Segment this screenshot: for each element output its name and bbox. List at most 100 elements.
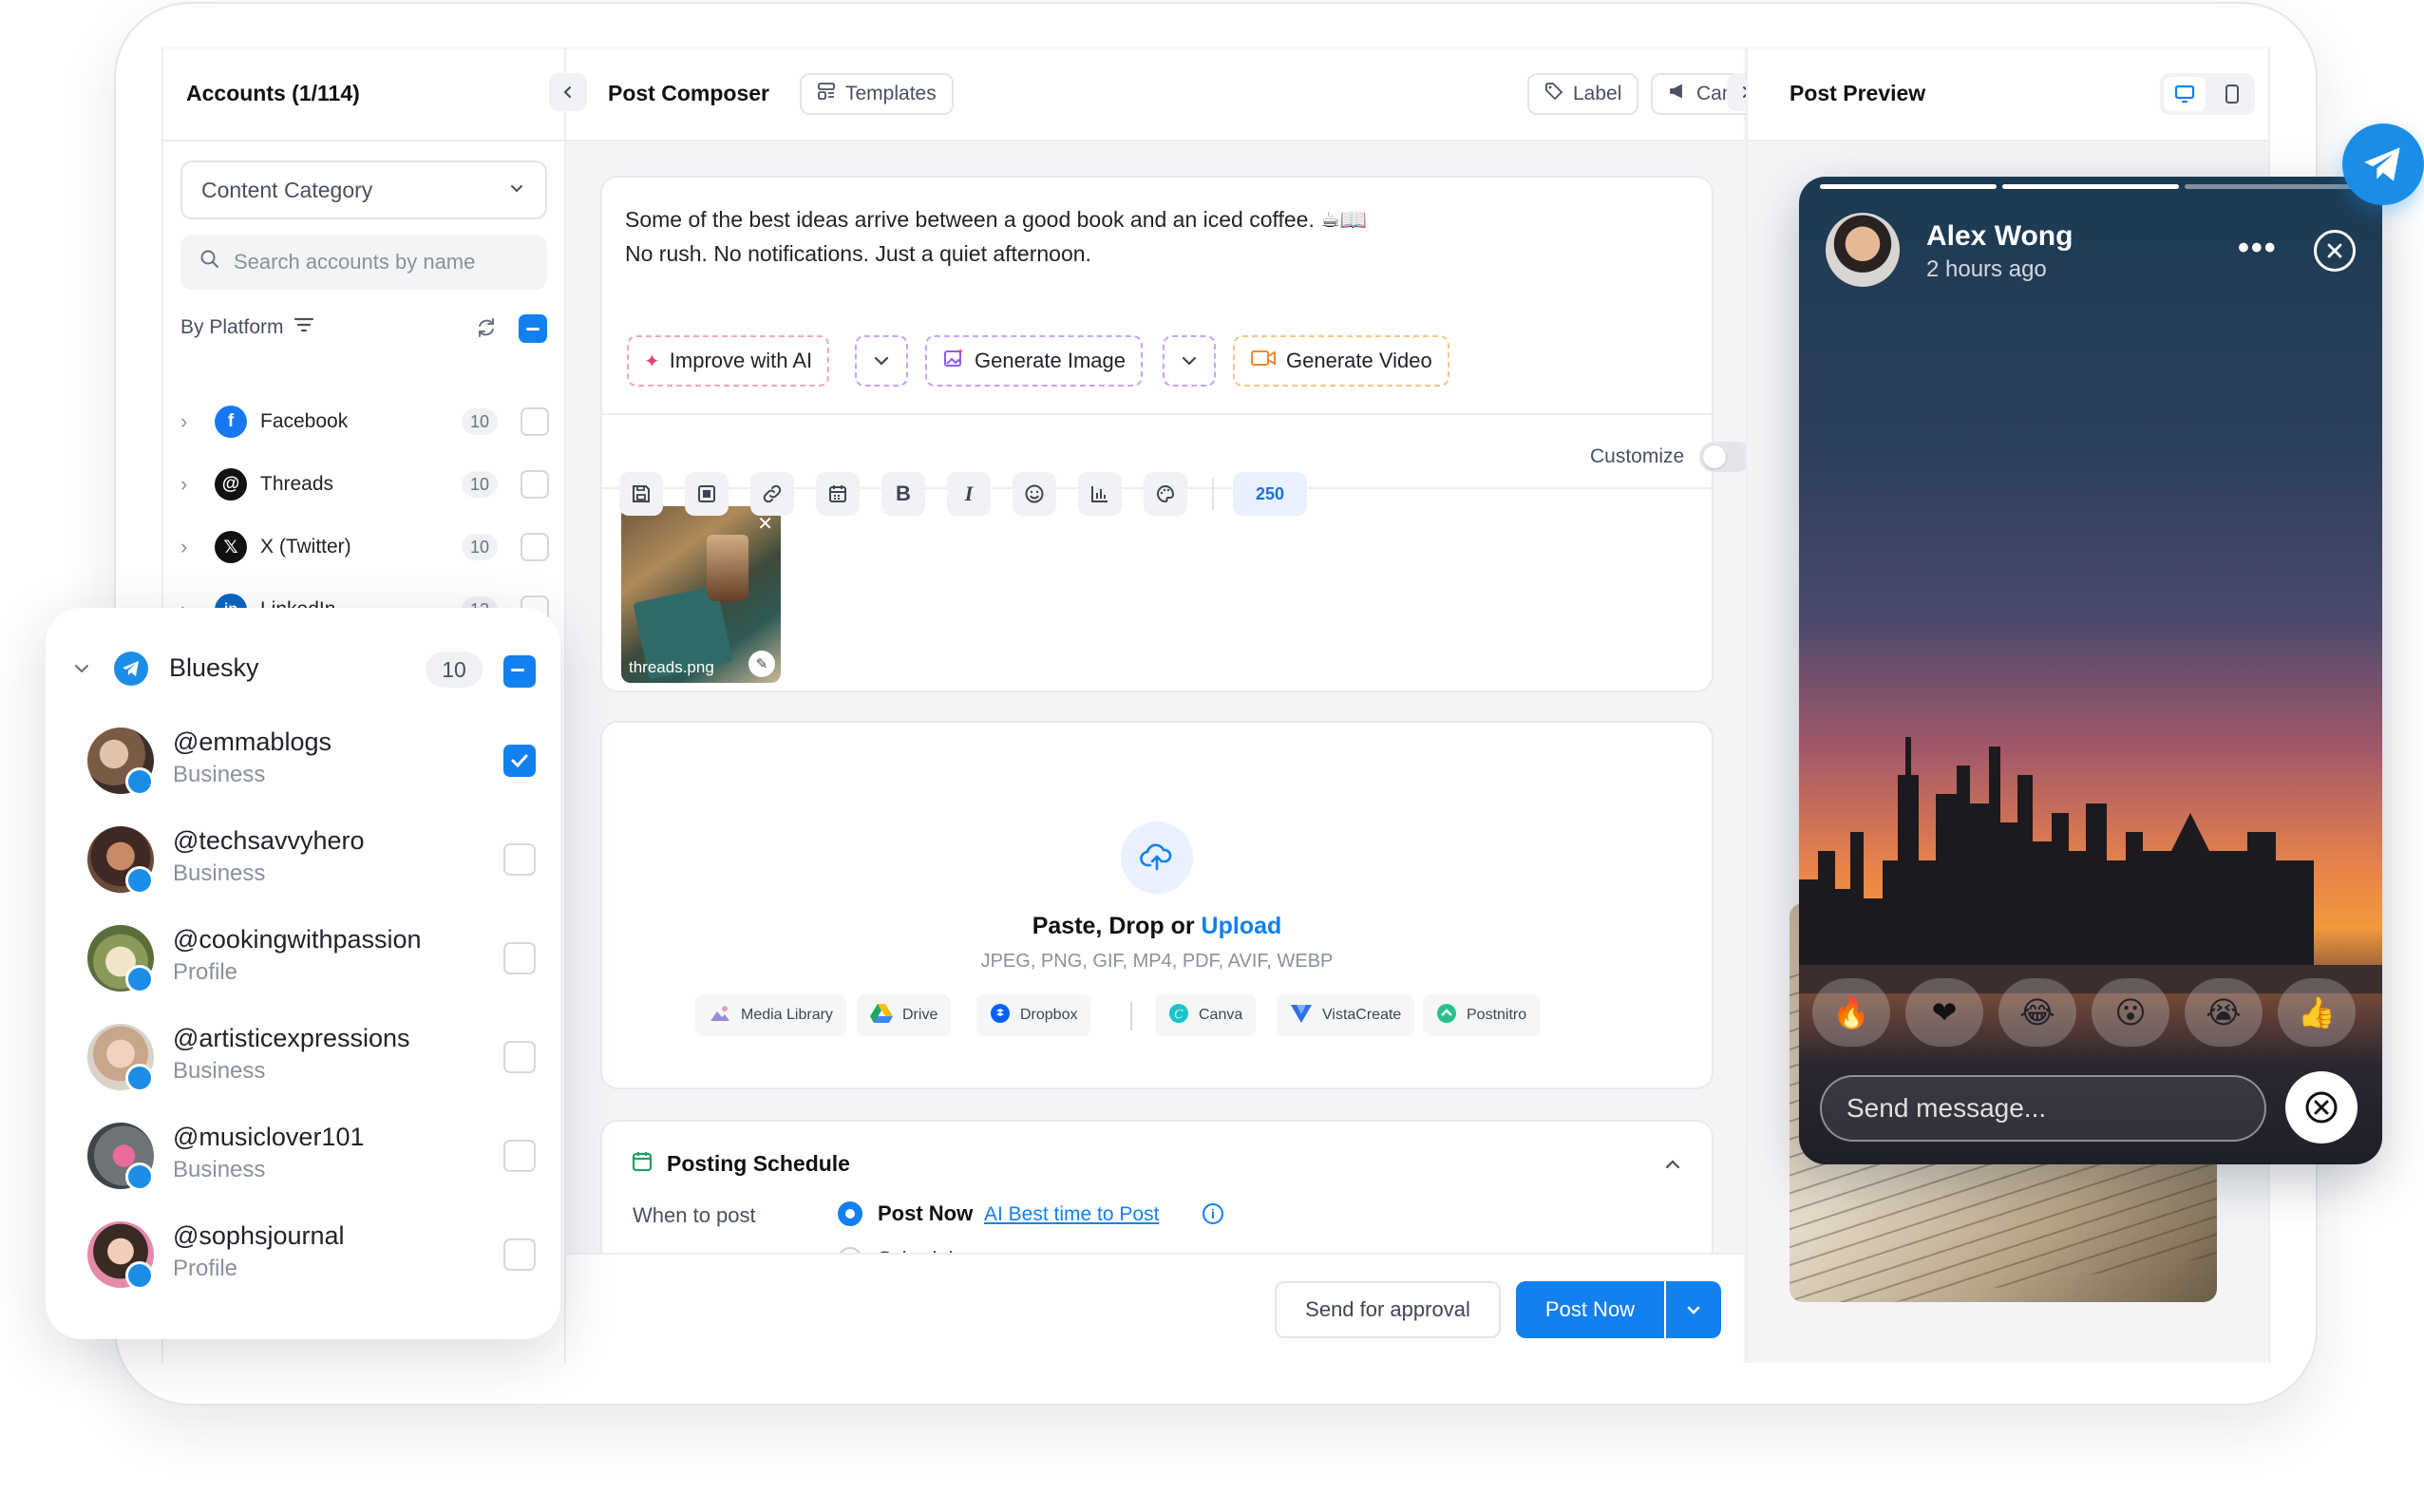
account-row[interactable]: @artisticexpressions Business [87,1014,543,1100]
reaction-thumbs-up[interactable]: 👍 [2278,978,2356,1047]
desktop-icon[interactable] [2164,77,2206,111]
threads-icon: @ [215,468,247,501]
telegram-badge-icon [125,1261,154,1290]
generate-video-button[interactable]: Generate Video [1233,335,1449,387]
platform-row-x[interactable]: › 𝕏 X (Twitter) 10 [180,523,551,571]
platform-checkbox[interactable] [521,470,549,499]
improve-ai-button[interactable]: ✦ Improve with AI [627,335,830,387]
post-options-dropdown[interactable] [1666,1281,1721,1338]
account-checkbox[interactable] [503,1140,536,1172]
story-avatar [1826,213,1900,287]
chevron-up-icon[interactable] [1662,1154,1683,1180]
accounts-header: Accounts (1/114) [163,48,564,142]
reaction-fire[interactable]: 🔥 [1812,978,1890,1047]
send-message-input[interactable]: Send message... [1820,1075,2266,1142]
facebook-icon: f [215,406,247,438]
bluesky-accounts-panel: Bluesky 10 @emmablogs Business @techsavv… [46,608,560,1339]
dropbox-button[interactable]: Dropbox [976,994,1091,1036]
accounts-title: Accounts (1/114) [186,81,360,105]
generate-image-dropdown[interactable] [1163,335,1216,387]
vistacreate-button[interactable]: VistaCreate [1277,994,1415,1036]
search-accounts[interactable]: Search accounts by name [180,235,547,290]
account-row[interactable]: @cookingwithpassion Profile [87,916,543,1001]
account-checkbox[interactable] [503,843,536,876]
reaction-cry[interactable]: 😭 [2185,978,2263,1047]
media-icon[interactable] [685,472,729,516]
improve-ai-dropdown[interactable] [855,335,908,387]
divider [1130,1002,1132,1030]
customize-toggle[interactable] [1699,442,1753,472]
templates-button[interactable]: Templates [800,73,954,115]
emoji-icon[interactable] [1013,472,1056,516]
account-row[interactable]: @techsavvyhero Business [87,817,543,902]
post-now-label: Post Now [878,1201,974,1225]
image-ai-icon [942,347,965,375]
bluesky-select-all-checkbox[interactable] [503,655,536,688]
account-row[interactable]: @emmablogs Business [87,718,543,803]
chart-icon[interactable] [1078,472,1122,516]
attachment-thumbnail[interactable]: ✕ threads.png ✎ [621,506,781,683]
refresh-icon[interactable] [465,307,507,349]
more-options-icon[interactable]: ••• [2238,230,2278,267]
chevron-down-icon [1182,356,1197,366]
bold-icon[interactable]: B [881,472,925,516]
platform-checkbox[interactable] [521,407,549,436]
account-handle: @cookingwithpassion [173,925,422,954]
palette-icon[interactable] [1144,472,1187,516]
close-circle-button[interactable] [2285,1071,2358,1143]
by-platform-filter[interactable]: By Platform [180,316,314,339]
platform-checkbox[interactable] [521,533,549,561]
save-draft-icon[interactable] [619,472,663,516]
reaction-heart[interactable]: ❤ [1905,978,1983,1047]
filter-icon [294,316,314,339]
link-icon[interactable] [750,472,794,516]
telegram-badge-icon [125,866,154,895]
pencil-icon[interactable]: ✎ [748,651,775,677]
cloud-upload-icon [1121,822,1193,894]
attachment-filename: threads.png [629,658,714,676]
platform-row-threads[interactable]: › @ Threads 10 [180,461,551,508]
postnitro-button[interactable]: Postnitro [1423,994,1541,1036]
generate-image-button[interactable]: Generate Image [925,335,1143,387]
account-checkbox[interactable] [503,1238,536,1271]
close-story-icon[interactable] [2314,230,2356,272]
calendar-icon[interactable] [816,472,860,516]
account-checkbox[interactable] [503,942,536,974]
templates-icon [817,82,836,106]
reaction-laugh[interactable]: 😂 [1998,978,2076,1047]
label-text: Label [1573,83,1622,104]
account-type: Profile [173,959,238,985]
upload-title: Paste, Drop or Upload [602,913,1712,940]
chevron-down-icon[interactable] [72,659,91,683]
chevron-right-icon: › [180,409,188,433]
post-now-radio[interactable] [838,1201,862,1226]
source-label: Dropbox [1020,1007,1078,1023]
generate-image-label: Generate Image [975,349,1126,372]
post-now-button[interactable]: Post Now [1516,1281,1664,1338]
story-preview: Alex Wong 2 hours ago ••• 🔥 ❤ 😂 😮 😭 👍 Se… [1799,177,2382,1164]
ai-best-time-link[interactable]: AI Best time to Post [984,1203,1159,1226]
account-checkbox[interactable] [503,1041,536,1073]
media-library-button[interactable]: Media Library [695,994,846,1036]
bluesky-count: 10 [426,652,483,688]
telegram-badge-icon [125,965,154,993]
account-row[interactable]: @sophsjournal Profile [87,1212,543,1297]
italic-icon[interactable]: I [947,472,991,516]
upload-link[interactable]: Upload [1202,913,1282,939]
drive-button[interactable]: Drive [857,994,952,1036]
bluesky-platform-name: Bluesky [169,653,259,682]
collapse-left-icon[interactable] [549,73,587,111]
story-user-name: Alex Wong [1926,220,2074,252]
canva-button[interactable]: C Canva [1155,994,1257,1036]
select-all-checkbox[interactable] [519,314,547,343]
post-text-editor[interactable]: Some of the best ideas arrive between a … [625,202,1368,271]
account-row[interactable]: @musiclover101 Business [87,1113,543,1199]
mobile-icon[interactable] [2211,77,2253,111]
reaction-wow[interactable]: 😮 [2092,978,2169,1047]
label-button[interactable]: Label [1527,73,1639,115]
info-icon[interactable]: i [1203,1203,1223,1224]
content-category-select[interactable]: Content Category [180,161,547,219]
platform-row-facebook[interactable]: › f Facebook 10 [180,398,551,445]
account-checkbox[interactable] [503,745,536,777]
send-for-approval-button[interactable]: Send for approval [1275,1281,1501,1338]
